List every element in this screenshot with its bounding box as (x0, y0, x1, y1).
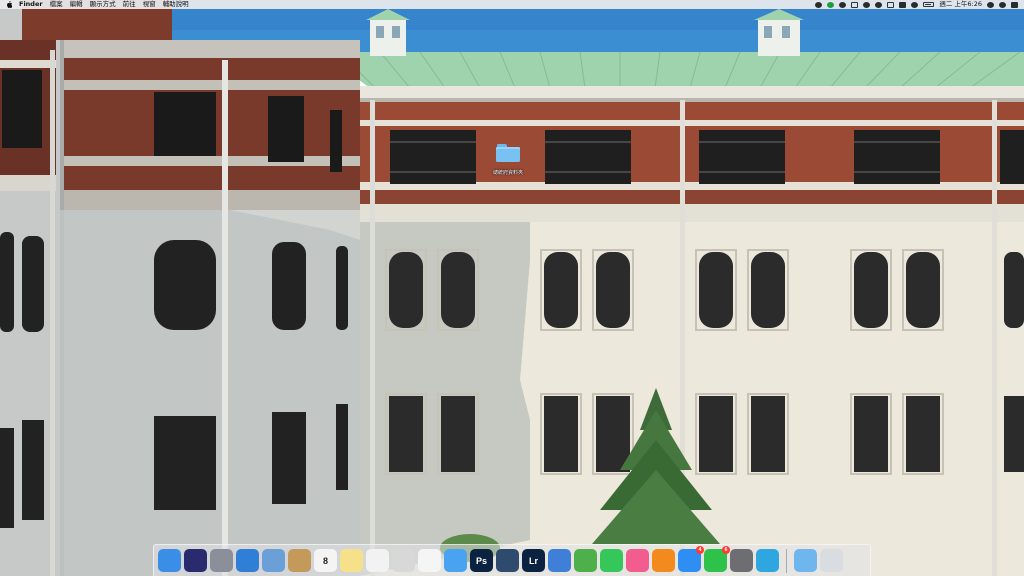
battery-icon[interactable] (923, 2, 935, 7)
dock-reminders-icon[interactable] (366, 549, 389, 572)
dock-calendar-icon[interactable]: 8 (314, 549, 337, 572)
dock-camera-app-icon[interactable] (496, 549, 519, 572)
dock-trash-icon[interactable] (820, 549, 843, 572)
dock-preview-icon[interactable] (262, 549, 285, 572)
notification-center-icon[interactable] (1011, 1, 1018, 8)
dock-system-preferences-icon[interactable] (730, 549, 753, 572)
time-machine-icon[interactable] (839, 1, 847, 8)
dock-itunes-icon[interactable] (626, 549, 649, 572)
dock-keynote-icon[interactable] (548, 549, 571, 572)
siri-icon[interactable] (999, 1, 1006, 8)
dock-contacts-icon[interactable] (288, 549, 311, 572)
dock-photo-booth-icon[interactable] (392, 549, 415, 572)
volume-icon[interactable] (911, 1, 919, 8)
desktop-wallpaper (0, 0, 1024, 576)
menu-view[interactable]: 顯示方式 (90, 0, 116, 9)
desktop-folder-label: 總統府資料夾 (492, 170, 523, 176)
input-source-icon[interactable] (899, 1, 907, 8)
dock-line-badge: 6 (722, 546, 730, 554)
dock-finder-icon[interactable] (158, 549, 181, 572)
dock-notes-icon[interactable] (340, 549, 363, 572)
menu-go[interactable]: 前往 (123, 0, 136, 9)
dock-facetime-icon[interactable] (600, 549, 623, 572)
dock-lightroom-glyph: Lr (529, 555, 538, 566)
dock-app-store-badge: 4 (696, 546, 704, 554)
menu-clock[interactable]: 週二 上午6:26 (939, 0, 982, 9)
bluetooth-icon[interactable] (863, 1, 871, 8)
menu-bar: Finder 檔案 編輯 顯示方式 前往 視窗 輔助說明 週二 上午6:26 (0, 0, 1024, 9)
spotlight-icon[interactable] (987, 1, 994, 8)
dock-telegram-icon[interactable] (756, 549, 779, 572)
dock-lightroom-icon[interactable]: Lr (522, 549, 545, 572)
display-icon[interactable] (887, 1, 895, 8)
dock: 8 Ps Lr 4 6 (153, 544, 871, 576)
dock-photos-icon[interactable] (418, 549, 441, 572)
wifi-icon[interactable] (875, 1, 883, 8)
menu-edit[interactable]: 編輯 (70, 0, 83, 9)
dock-siri-icon[interactable] (184, 549, 207, 572)
dock-messages-icon[interactable] (444, 549, 467, 572)
dropbox-icon[interactable] (815, 1, 823, 8)
menu-bar-left: Finder 檔案 編輯 顯示方式 前往 視窗 輔助說明 (6, 0, 189, 9)
dock-photoshop-glyph: Ps (475, 555, 487, 566)
dock-line-icon[interactable]: 6 (704, 546, 730, 572)
dock-safari-icon[interactable] (236, 549, 259, 572)
wechat-icon[interactable] (827, 1, 835, 8)
menu-bar-status: 週二 上午6:26 (815, 0, 1018, 9)
menu-window[interactable]: 視窗 (143, 0, 156, 9)
dock-launchpad-icon[interactable] (210, 549, 233, 572)
dock-ibooks-icon[interactable] (652, 549, 675, 572)
menu-help[interactable]: 輔助說明 (163, 0, 189, 9)
screen-mirroring-icon[interactable] (851, 1, 859, 8)
apple-logo-icon[interactable] (6, 1, 12, 8)
menu-file[interactable]: 檔案 (50, 0, 63, 9)
dock-downloads-folder-icon[interactable] (794, 549, 817, 572)
desktop-folder[interactable]: 總統府資料夾 (484, 142, 532, 182)
menu-finder[interactable]: Finder (19, 0, 43, 9)
dock-photoshop-icon[interactable]: Ps (470, 549, 493, 572)
folder-icon (496, 144, 520, 164)
dock-separator (786, 548, 787, 573)
dock-app-store-icon[interactable]: 4 (678, 546, 704, 572)
dock-calendar-glyph: 8 (322, 555, 328, 566)
dock-numbers-icon[interactable] (574, 549, 597, 572)
